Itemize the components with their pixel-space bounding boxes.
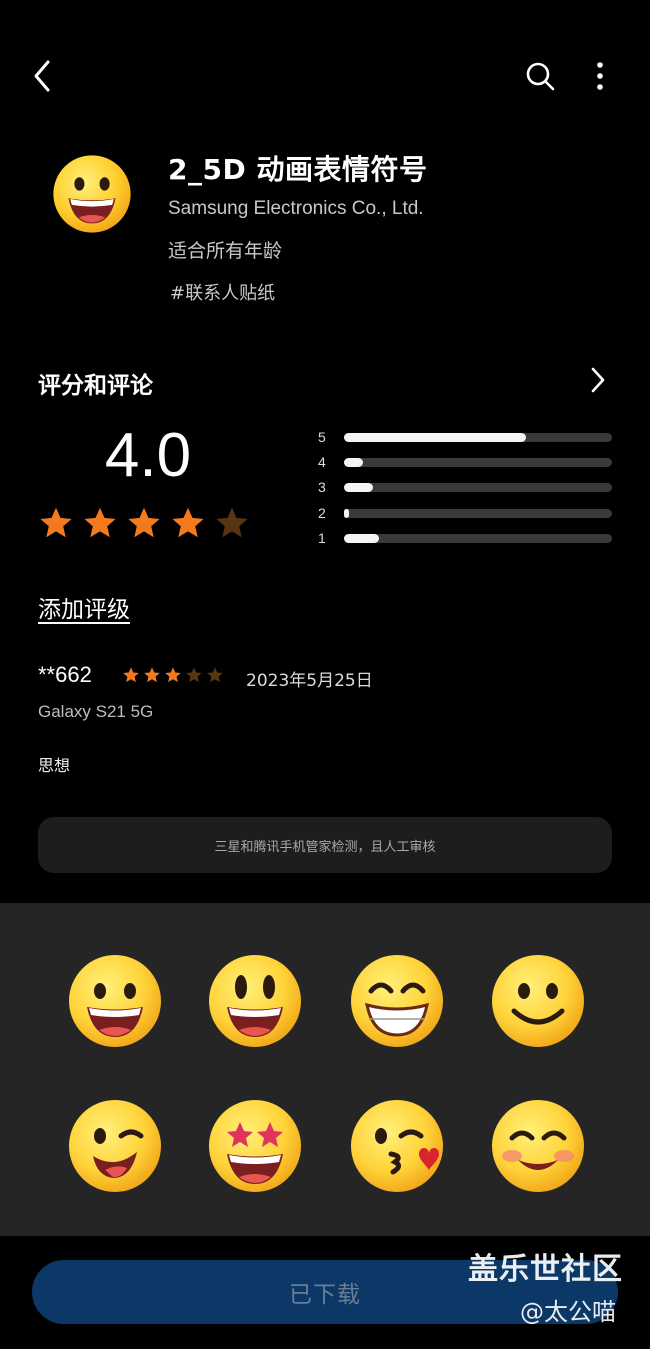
smiling-blush-face-icon	[492, 1100, 584, 1192]
search-icon	[526, 62, 555, 91]
rating-bar-track	[344, 533, 612, 543]
smiling-blush-face-sticker[interactable]	[488, 1096, 588, 1196]
rating-bar-fill	[344, 533, 379, 543]
app-title: 2_5D 动画表情符号	[168, 153, 428, 186]
rating-bar-fill	[344, 483, 374, 493]
kissing-heart-face-sticker[interactable]	[347, 1096, 447, 1196]
review-star-rating	[122, 666, 224, 684]
review-date: 2023年5月25日	[246, 671, 373, 691]
average-star-rating	[38, 505, 250, 541]
review-device: Galaxy S21 5G	[38, 702, 154, 721]
grinning-face-icon	[69, 955, 161, 1047]
rating-bar-fill	[344, 457, 363, 467]
grinning-face-big-eyes-sticker[interactable]	[205, 951, 305, 1051]
rating-bar-label: 2	[318, 504, 326, 521]
star-filled-icon	[128, 507, 160, 538]
star-filled-icon	[123, 667, 139, 683]
grinning-face-big-eyes-icon	[209, 955, 301, 1047]
star-filled-icon	[144, 667, 160, 683]
security-notice: 三星和腾讯手机管家检测，且人工审核	[38, 817, 612, 873]
more-vertical-icon	[597, 62, 603, 90]
star-filled-icon	[172, 507, 204, 538]
smiling-face-sticker[interactable]	[488, 951, 588, 1051]
star-filled-icon	[165, 667, 181, 683]
more-options-button[interactable]	[585, 56, 615, 96]
rating-bar-label: 5	[318, 428, 326, 445]
review-item: **662 2023年5月25日 Galaxy S21 5G 思想	[38, 660, 612, 780]
beaming-face-icon	[351, 955, 443, 1047]
rating-distribution: 5 4 3 2 1	[318, 424, 612, 550]
kissing-heart-face-icon	[351, 1100, 443, 1192]
rating-bar-fill	[344, 432, 527, 442]
review-text: 思想	[38, 756, 71, 775]
rating-bar-row: 5	[318, 424, 612, 449]
add-rating-link[interactable]: 添加评级	[38, 590, 130, 624]
star-empty-icon	[186, 667, 202, 683]
average-rating: 4.0	[104, 421, 192, 490]
star-filled-icon	[84, 507, 116, 538]
developer-name[interactable]: Samsung Electronics Co., Ltd.	[168, 198, 424, 220]
app-icon	[50, 152, 134, 236]
winking-face-sticker[interactable]	[65, 1096, 165, 1196]
star-filled-icon	[40, 507, 72, 538]
rating-bar-fill	[344, 508, 350, 518]
smiling-face-icon	[492, 955, 584, 1047]
ratings-section-title[interactable]: 评分和评论	[38, 366, 153, 400]
star-empty-icon	[216, 507, 248, 538]
review-user: **662	[38, 662, 92, 687]
star-empty-icon	[207, 667, 223, 683]
sticker-preview-panel	[0, 903, 650, 1236]
beaming-face-sticker[interactable]	[347, 951, 447, 1051]
rating-bar-label: 3	[318, 479, 326, 496]
rating-bar-row: 1	[318, 525, 612, 550]
star-struck-face-icon	[209, 1100, 301, 1192]
rating-bar-track	[344, 508, 612, 518]
back-button[interactable]	[26, 56, 60, 96]
grinning-face-sticker[interactable]	[65, 951, 165, 1051]
watermark-author: @太公喵	[520, 1298, 616, 1326]
winking-face-icon	[69, 1100, 161, 1192]
rating-bar-row: 4	[318, 449, 612, 474]
rating-bar-row: 2	[318, 500, 612, 525]
rating-bar-label: 1	[318, 529, 326, 546]
grinning-face-icon	[53, 155, 131, 233]
rating-bar-track	[344, 483, 612, 493]
rating-bar-row: 3	[318, 475, 612, 500]
rating-bar-track	[344, 432, 612, 442]
rating-bar-track	[344, 457, 612, 467]
rating-bar-label: 4	[318, 453, 326, 470]
top-app-bar	[0, 0, 650, 150]
ratings-more-button[interactable]	[586, 364, 610, 396]
chevron-right-icon	[591, 367, 605, 393]
age-rating: 适合所有年龄	[168, 240, 283, 262]
search-button[interactable]	[520, 56, 560, 96]
chevron-left-icon	[34, 60, 50, 92]
category-tag[interactable]: #联系人贴纸	[170, 279, 275, 305]
star-struck-face-sticker[interactable]	[205, 1096, 305, 1196]
watermark-community: 盖乐世社区	[468, 1252, 623, 1287]
